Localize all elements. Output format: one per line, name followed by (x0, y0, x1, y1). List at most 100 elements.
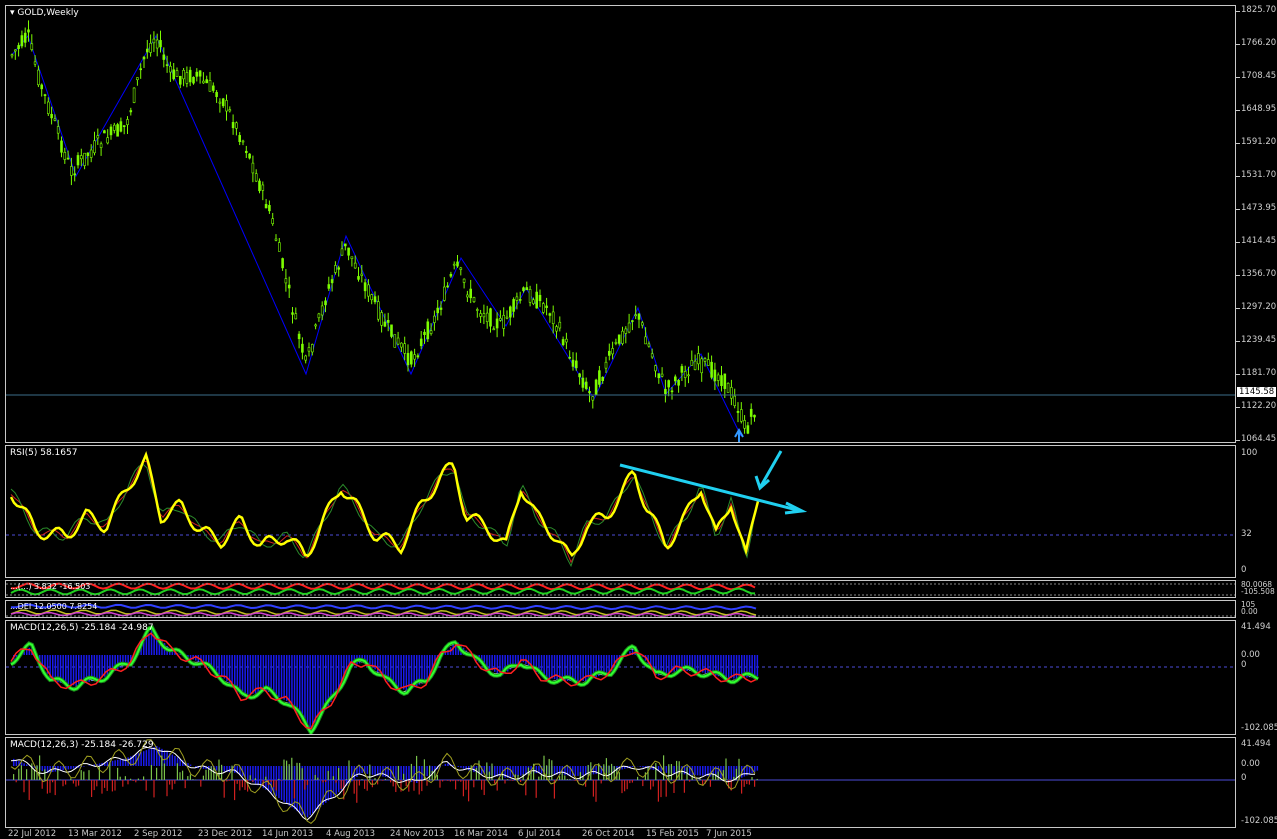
macd1-hist-bar (546, 655, 548, 677)
chart-symbol-label: ▾ GOLD,Weekly (10, 8, 79, 18)
macd1-axis[interactable]: 41.494 0.00 0 -102.085 (1236, 620, 1277, 735)
macd2-hist-bar (728, 766, 730, 779)
macd2-osc-bar (234, 780, 235, 800)
candle-body (325, 301, 327, 305)
macd1-hist-bar (255, 655, 256, 693)
macd1-hist-bar (317, 655, 319, 720)
candle-body (117, 124, 119, 136)
candle-body (470, 289, 472, 298)
candle-body (635, 315, 637, 316)
macd1-hist-bar (575, 655, 577, 681)
macd1-hist-bar (728, 655, 730, 678)
candle-body (374, 297, 376, 302)
macd2-hist-bar (304, 766, 306, 817)
macd2-osc-bar (164, 763, 165, 780)
candle-body (34, 62, 36, 64)
macd1-hist-bar (666, 655, 668, 674)
macd1-hist-bar (338, 655, 340, 689)
price-axis[interactable]: 1825.70 1766.20 1708.45 1648.95 1591.20 … (1236, 5, 1277, 443)
candle-body (536, 292, 538, 308)
macd2-osc-bar (213, 768, 214, 780)
macd1-tick: 0 (1241, 660, 1246, 670)
candle-body (615, 342, 617, 343)
candle-body (450, 274, 452, 276)
macd1-hist-bar (127, 655, 128, 663)
macd2-hist-bar (367, 766, 369, 774)
macd2-osc-bar (182, 771, 183, 780)
macd2-osc-bar (419, 780, 420, 794)
macd2-hist-bar (174, 756, 176, 766)
macd2-osc-bar (718, 771, 719, 780)
indicator2-pane[interactable]: ...(...) 3.832 -16.503 (5, 580, 1236, 598)
macd2-osc-bar (192, 779, 193, 780)
candle-body (226, 100, 228, 111)
indicator2-svg (6, 581, 1236, 598)
macd1-pane[interactable]: MACD(12,26,5) -25.184 -24.987 (5, 620, 1236, 735)
macd2-osc-bar (484, 780, 485, 795)
candle-body (94, 141, 96, 153)
macd2-hist-bar (632, 766, 634, 767)
candle-body (420, 339, 422, 346)
date-label: 23 Dec 2012 (198, 829, 252, 839)
macd2-osc-bar (356, 780, 357, 803)
macd1-hist-bar (29, 648, 31, 655)
candle-body (424, 332, 426, 334)
macd2-hist-bar (140, 752, 142, 766)
macd2-hist-bar (216, 766, 218, 770)
macd2-osc-bar (52, 780, 53, 782)
candle-body (572, 360, 574, 366)
macd2-axis[interactable]: 41.494 0.00 0 -102.085 (1236, 737, 1277, 828)
macd2-osc-bar (632, 780, 633, 783)
candle-body (80, 156, 82, 159)
candle-body (61, 141, 63, 152)
candle-body (589, 391, 591, 392)
candle-body (704, 359, 706, 362)
candle-body (361, 274, 363, 276)
macd2-osc-bar (341, 780, 342, 789)
macd2-hist-bar (697, 766, 699, 775)
candle-body (354, 263, 356, 268)
macd2-osc-bar (237, 780, 238, 784)
price-tick: 1414.45 (1241, 236, 1276, 246)
rsi-axis[interactable]: 100 32 0 (1236, 445, 1277, 578)
price-chart-pane[interactable]: ▾ GOLD,Weekly (5, 5, 1236, 443)
macd2-hist-bar (673, 766, 675, 774)
macd2-osc-bar (385, 779, 386, 780)
macd2-osc-bar (408, 780, 409, 792)
macd2-osc-bar (504, 780, 505, 783)
candle-body (750, 409, 752, 416)
rsi-pane[interactable]: RSI(5) 58.1657 (5, 445, 1236, 578)
macd2-pane[interactable]: MACD(12,26,3) -25.184 -26.729 (5, 737, 1236, 828)
candle-body (737, 411, 739, 412)
candle-body (173, 70, 175, 79)
macd2-osc-bar (117, 768, 118, 780)
macd2-osc-bar (104, 780, 105, 788)
date-label: 24 Nov 2013 (390, 829, 444, 839)
indicator3-axis[interactable]: 105 0.00 (1236, 600, 1277, 618)
macd2-osc-bar (304, 780, 305, 790)
indicator2-axis[interactable]: 80.0068 -105.508 (1236, 580, 1277, 598)
macd2-osc-bar (325, 780, 326, 782)
macd2-hist-bar (575, 766, 577, 776)
macd1-hist-bar (528, 655, 530, 666)
candle-body (503, 315, 505, 328)
macd2-osc-bar (627, 780, 628, 789)
candle-body (169, 66, 171, 72)
candle-body (509, 307, 511, 317)
candle-body (678, 380, 680, 385)
candle-body (67, 158, 69, 159)
macd2-osc-bar (658, 780, 659, 802)
candle-body (612, 348, 614, 353)
macd2-osc-bar (393, 780, 394, 786)
indicator3-pane[interactable]: ...DEI 12.0500 7.8254 (5, 600, 1236, 618)
indicator3-svg (6, 601, 1236, 618)
price-tick: 1122.20 (1241, 401, 1276, 411)
macd1-hist-bar (725, 655, 727, 677)
macd2-hist-bar (16, 760, 18, 766)
date-label: 2 Sep 2012 (134, 829, 182, 839)
ind2-green-line (11, 589, 755, 595)
macd1-hist-bar (395, 655, 397, 686)
candle-body (278, 243, 280, 252)
macd1-hist-bar (107, 655, 109, 676)
date-label: 26 Oct 2014 (582, 829, 635, 839)
